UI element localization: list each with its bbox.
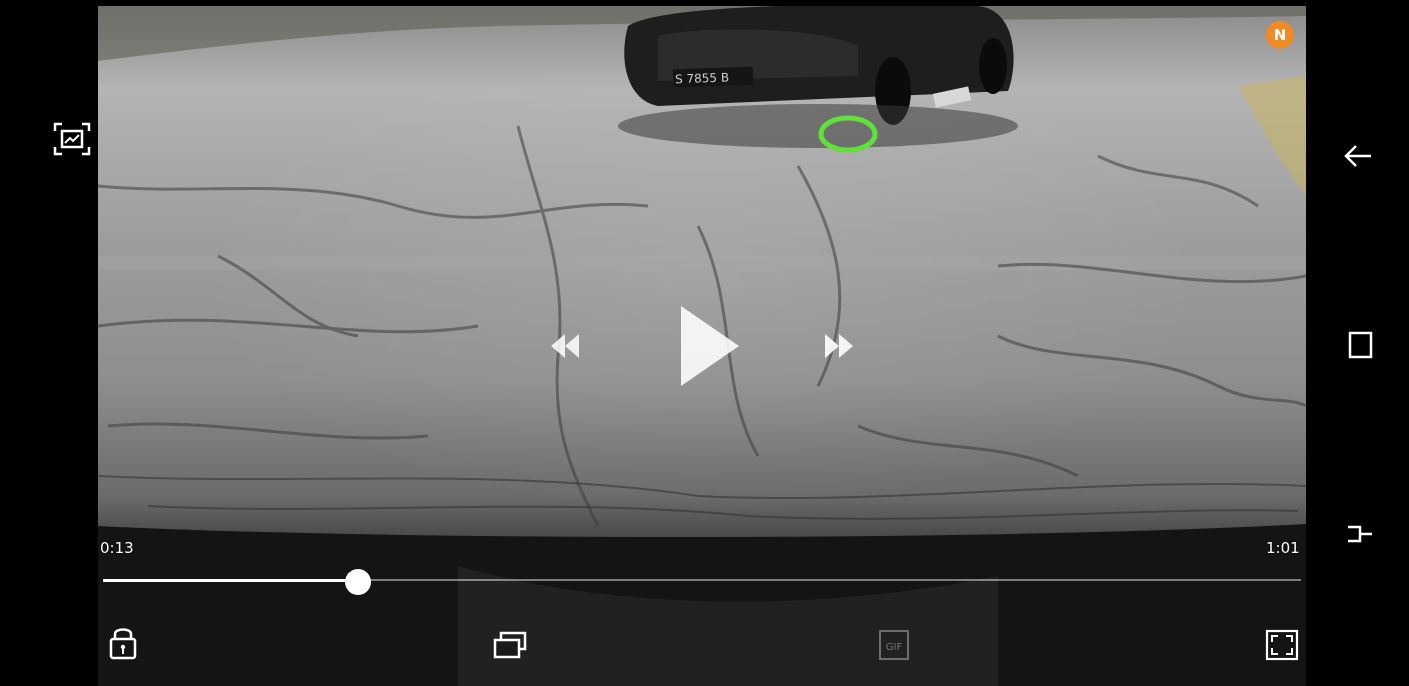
fast-forward-icon[interactable] — [821, 330, 857, 362]
rewind-icon[interactable] — [547, 330, 583, 362]
left-black-bar — [0, 0, 98, 686]
seek-played — [103, 579, 359, 582]
gif-label: GIF — [886, 642, 903, 653]
current-time: 0:13 — [100, 539, 134, 557]
screenshot-icon[interactable] — [52, 120, 92, 158]
overview-icon[interactable] — [1344, 517, 1376, 551]
play-icon[interactable] — [671, 302, 743, 390]
lock-icon[interactable] — [107, 624, 139, 662]
seek-bar[interactable] — [103, 569, 1301, 595]
total-time: 1:01 — [1266, 539, 1300, 557]
back-arrow-icon[interactable] — [1341, 139, 1377, 173]
fullscreen-icon[interactable] — [1264, 628, 1300, 662]
avatar-initial: N — [1273, 26, 1287, 44]
seek-thumb[interactable] — [345, 569, 372, 595]
recent-apps-icon[interactable] — [1344, 329, 1376, 361]
gif-icon[interactable]: GIF — [878, 628, 910, 662]
license-plate-text: S 7855 B — [675, 70, 729, 86]
popup-window-icon[interactable] — [492, 630, 528, 660]
user-avatar[interactable]: N — [1266, 21, 1294, 49]
